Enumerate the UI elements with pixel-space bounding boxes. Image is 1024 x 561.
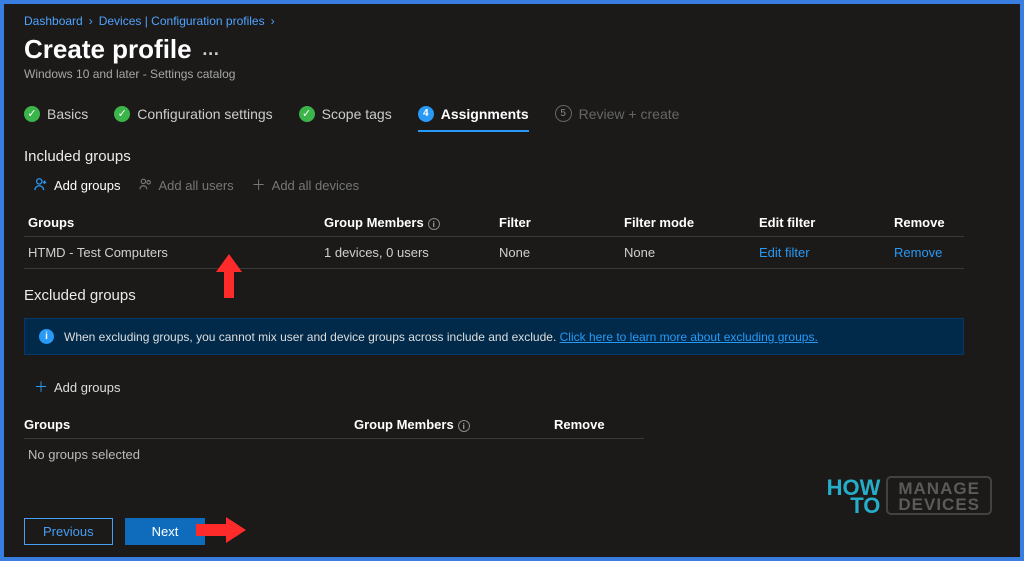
step-assignments[interactable]: 4 Assignments — [418, 106, 529, 130]
add-all-users-label: Add all users — [159, 178, 234, 193]
table-row: HTMD - Test Computers 1 devices, 0 users… — [24, 237, 964, 269]
check-icon — [24, 106, 40, 122]
col-edit-filter: Edit filter — [759, 215, 894, 230]
users-icon — [139, 177, 153, 194]
included-groups-toolbar: Add groups Add all users ＋ Add all devic… — [34, 175, 1000, 195]
remove-link[interactable]: Remove — [894, 245, 942, 260]
wizard-steps: Basics Configuration settings Scope tags… — [24, 105, 1000, 130]
included-groups-table: Groups Group Membersi Filter Filter mode… — [24, 209, 964, 269]
watermark-logo: HOW TO MANAGE DEVICES — [827, 476, 992, 515]
info-icon[interactable]: i — [458, 420, 470, 432]
step-label: Assignments — [441, 106, 529, 122]
breadcrumb-devices[interactable]: Devices | Configuration profiles — [99, 14, 265, 28]
plus-icon: ＋ — [34, 377, 48, 397]
step-scope-tags[interactable]: Scope tags — [299, 106, 392, 130]
breadcrumb-separator: › — [271, 14, 275, 28]
step-configuration-settings[interactable]: Configuration settings — [114, 106, 272, 130]
cell-group: HTMD - Test Computers — [24, 245, 324, 260]
included-groups-title: Included groups — [24, 148, 1000, 165]
cell-filter: None — [499, 245, 624, 260]
wizard-footer: Previous Next — [24, 518, 205, 545]
step-review-create: 5 Review + create — [555, 105, 680, 130]
add-groups-button[interactable]: ＋ Add groups — [34, 377, 121, 397]
add-all-devices-label: Add all devices — [272, 178, 359, 193]
breadcrumb-separator: › — [89, 14, 93, 28]
step-number-icon: 5 — [555, 105, 572, 122]
no-groups-text: No groups selected — [24, 439, 644, 462]
step-number-icon: 4 — [418, 106, 434, 122]
col-members: Group Membersi — [354, 417, 554, 432]
edit-filter-link[interactable]: Edit filter — [759, 245, 810, 260]
step-label: Configuration settings — [137, 106, 272, 122]
cell-filter-mode: None — [624, 245, 759, 260]
breadcrumb-dashboard[interactable]: Dashboard — [24, 14, 83, 28]
step-label: Basics — [47, 106, 88, 122]
annotation-arrow-icon — [212, 254, 246, 300]
page-title: Create profile — [24, 34, 192, 65]
excluded-infobox: i When excluding groups, you cannot mix … — [24, 318, 964, 355]
col-filter-mode: Filter mode — [624, 215, 759, 230]
excluded-groups-title: Excluded groups — [24, 287, 1000, 304]
col-members: Group Membersi — [324, 215, 499, 230]
more-icon[interactable]: … — [202, 39, 222, 60]
info-icon[interactable]: i — [428, 218, 440, 230]
wm-devices: DEVICES — [898, 497, 980, 512]
add-groups-label: Add groups — [54, 380, 121, 395]
col-remove: Remove — [894, 215, 964, 230]
previous-button[interactable]: Previous — [24, 518, 113, 545]
check-icon — [114, 106, 130, 122]
info-icon: i — [39, 329, 54, 344]
col-remove: Remove — [554, 417, 644, 432]
col-filter: Filter — [499, 215, 624, 230]
step-label: Scope tags — [322, 106, 392, 122]
add-groups-label: Add groups — [54, 178, 121, 193]
page-subtitle: Windows 10 and later - Settings catalog — [24, 67, 1000, 81]
check-icon — [299, 106, 315, 122]
add-groups-button[interactable]: Add groups — [34, 175, 121, 195]
excluded-groups-table: Groups Group Membersi Remove No groups s… — [24, 411, 644, 462]
annotation-arrow-icon — [194, 515, 246, 545]
add-user-icon — [34, 177, 48, 194]
step-basics[interactable]: Basics — [24, 106, 88, 130]
add-all-users-button[interactable]: Add all users — [139, 175, 234, 195]
add-all-devices-button[interactable]: ＋ Add all devices — [252, 175, 359, 195]
cell-members: 1 devices, 0 users — [324, 245, 499, 260]
infobox-text: When excluding groups, you cannot mix us… — [64, 330, 556, 344]
breadcrumb: Dashboard › Devices | Configuration prof… — [24, 14, 1000, 28]
col-groups: Groups — [24, 215, 324, 230]
step-label: Review + create — [579, 106, 680, 122]
plus-icon: ＋ — [252, 175, 266, 195]
col-groups: Groups — [24, 417, 354, 432]
infobox-link[interactable]: Click here to learn more about excluding… — [560, 330, 818, 344]
